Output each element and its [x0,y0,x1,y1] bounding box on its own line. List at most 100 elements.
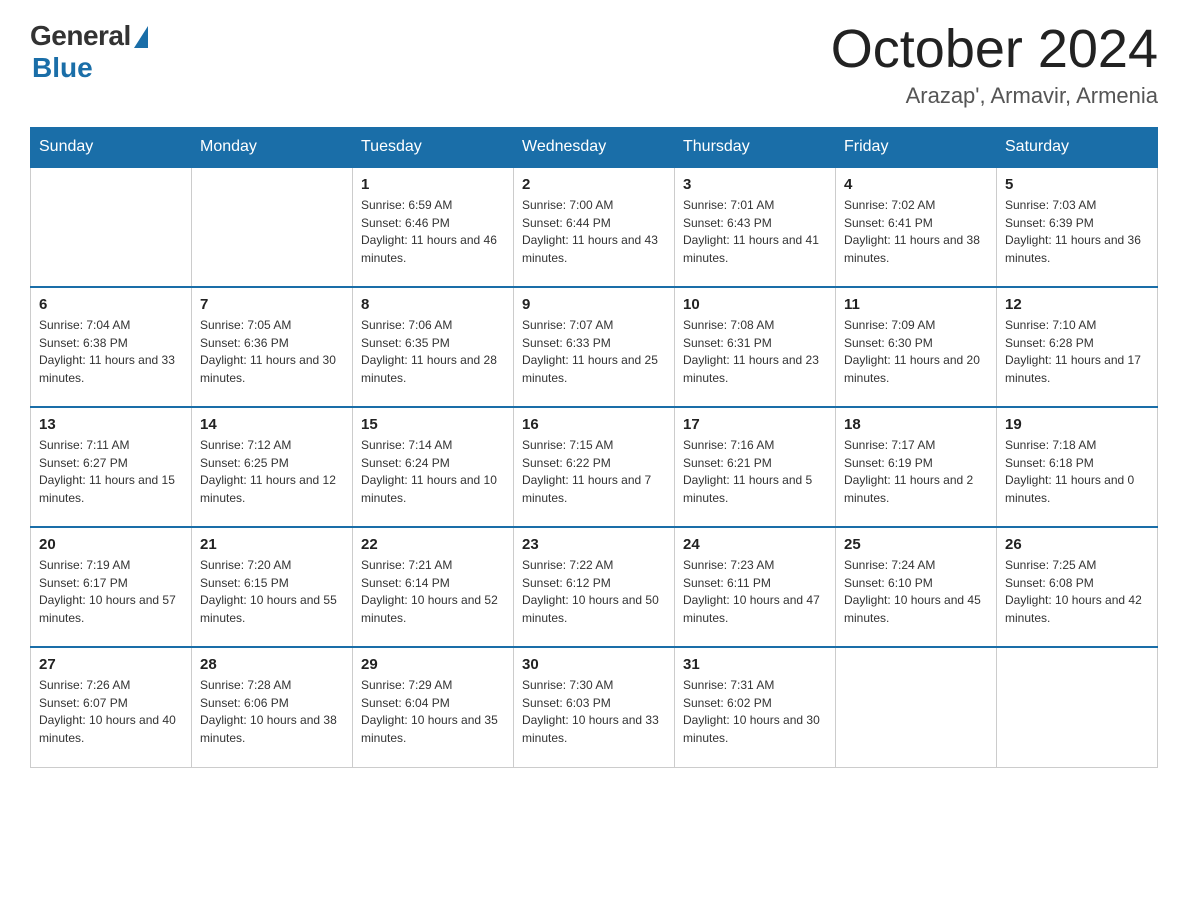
day-number: 26 [1005,536,1149,553]
day-info: Sunrise: 7:25 AMSunset: 6:08 PMDaylight:… [1005,557,1149,627]
calendar-week-row: 6Sunrise: 7:04 AMSunset: 6:38 PMDaylight… [31,287,1158,407]
day-number: 18 [844,416,988,433]
calendar-header-row: SundayMondayTuesdayWednesdayThursdayFrid… [31,128,1158,168]
day-number: 19 [1005,416,1149,433]
title-section: October 2024 Arazap', Armavir, Armenia [831,20,1158,109]
day-info: Sunrise: 7:31 AMSunset: 6:02 PMDaylight:… [683,677,827,747]
day-number: 20 [39,536,183,553]
calendar-week-row: 20 Sunrise: 7:19 AMSunset: 6:17 PMDayligh… [31,527,1158,647]
logo-blue-text: Blue [32,52,93,84]
calendar-week-row: 27Sunrise: 7:26 AMSunset: 6:07 PMDayligh… [31,647,1158,767]
location-title: Arazap', Armavir, Armenia [831,83,1158,109]
day-info: Sunrise: 7:22 AMSunset: 6:12 PMDaylight:… [522,557,666,627]
day-of-week-header: Wednesday [514,128,675,168]
day-info: Sunrise: 7:07 AMSunset: 6:33 PMDaylight:… [522,317,666,387]
day-number: 14 [200,416,344,433]
day-number: 1 [361,176,505,193]
day-number: 23 [522,536,666,553]
calendar-day-cell: 6Sunrise: 7:04 AMSunset: 6:38 PMDaylight… [31,287,192,407]
day-info: Sunrise: 7:29 AMSunset: 6:04 PMDaylight:… [361,677,505,747]
calendar-day-cell: 1Sunrise: 6:59 AMSunset: 6:46 PMDaylight… [353,167,514,287]
day-info: Sunrise: 7:06 AMSunset: 6:35 PMDaylight:… [361,317,505,387]
calendar-day-cell: 3 Sunrise: 7:01 AMSunset: 6:43 PMDaylight… [675,167,836,287]
calendar-day-cell: 19 Sunrise: 7:18 AMSunset: 6:18 PMDayligh… [997,407,1158,527]
calendar-day-cell: 4 Sunrise: 7:02 AMSunset: 6:41 PMDaylight… [836,167,997,287]
calendar-day-cell: 9Sunrise: 7:07 AMSunset: 6:33 PMDaylight… [514,287,675,407]
day-of-week-header: Tuesday [353,128,514,168]
calendar-day-cell: 16 Sunrise: 7:15 AMSunset: 6:22 PMDayligh… [514,407,675,527]
calendar-week-row: 1Sunrise: 6:59 AMSunset: 6:46 PMDaylight… [31,167,1158,287]
day-number: 30 [522,656,666,673]
day-number: 12 [1005,296,1149,313]
day-number: 15 [361,416,505,433]
day-info: Sunrise: 7:21 AMSunset: 6:14 PMDaylight:… [361,557,505,627]
calendar-day-cell: 14 Sunrise: 7:12 AMSunset: 6:25 PMDayligh… [192,407,353,527]
calendar-day-cell: 25 Sunrise: 7:24 AMSunset: 6:10 PMDayligh… [836,527,997,647]
day-number: 6 [39,296,183,313]
day-of-week-header: Thursday [675,128,836,168]
day-number: 3 [683,176,827,193]
calendar-day-cell: 12Sunrise: 7:10 AMSunset: 6:28 PMDayligh… [997,287,1158,407]
day-info: Sunrise: 7:23 AMSunset: 6:11 PMDaylight:… [683,557,827,627]
day-number: 22 [361,536,505,553]
calendar-day-cell: 28Sunrise: 7:28 AMSunset: 6:06 PMDayligh… [192,647,353,767]
calendar-day-cell: 2 Sunrise: 7:00 AMSunset: 6:44 PMDaylight… [514,167,675,287]
calendar-day-cell: 15 Sunrise: 7:14 AMSunset: 6:24 PMDayligh… [353,407,514,527]
calendar-day-cell: 27Sunrise: 7:26 AMSunset: 6:07 PMDayligh… [31,647,192,767]
calendar-day-cell: 17Sunrise: 7:16 AMSunset: 6:21 PMDayligh… [675,407,836,527]
day-number: 25 [844,536,988,553]
day-of-week-header: Sunday [31,128,192,168]
calendar-day-cell: 21 Sunrise: 7:20 AMSunset: 6:15 PMDayligh… [192,527,353,647]
day-info: Sunrise: 7:02 AMSunset: 6:41 PMDaylight:… [844,197,988,267]
day-number: 11 [844,296,988,313]
day-info: Sunrise: 7:03 AMSunset: 6:39 PMDaylight:… [1005,197,1149,267]
day-number: 5 [1005,176,1149,193]
calendar-day-cell [997,647,1158,767]
day-info: Sunrise: 7:14 AMSunset: 6:24 PMDaylight:… [361,437,505,507]
calendar-day-cell: 13Sunrise: 7:11 AMSunset: 6:27 PMDayligh… [31,407,192,527]
calendar-day-cell: 18Sunrise: 7:17 AMSunset: 6:19 PMDayligh… [836,407,997,527]
day-info: Sunrise: 7:30 AMSunset: 6:03 PMDaylight:… [522,677,666,747]
calendar-day-cell: 31 Sunrise: 7:31 AMSunset: 6:02 PMDayligh… [675,647,836,767]
calendar-day-cell: 26 Sunrise: 7:25 AMSunset: 6:08 PMDayligh… [997,527,1158,647]
day-of-week-header: Monday [192,128,353,168]
calendar-day-cell: 11Sunrise: 7:09 AMSunset: 6:30 PMDayligh… [836,287,997,407]
day-info: Sunrise: 7:01 AMSunset: 6:43 PMDaylight:… [683,197,827,267]
day-info: Sunrise: 7:28 AMSunset: 6:06 PMDaylight:… [200,677,344,747]
day-info: Sunrise: 7:15 AMSunset: 6:22 PMDaylight:… [522,437,666,507]
day-number: 7 [200,296,344,313]
calendar-day-cell [31,167,192,287]
day-info: Sunrise: 7:20 AMSunset: 6:15 PMDaylight:… [200,557,344,627]
day-info: Sunrise: 7:26 AMSunset: 6:07 PMDaylight:… [39,677,183,747]
day-number: 29 [361,656,505,673]
day-info: Sunrise: 7:00 AMSunset: 6:44 PMDaylight:… [522,197,666,267]
day-number: 2 [522,176,666,193]
day-info: Sunrise: 7:24 AMSunset: 6:10 PMDaylight:… [844,557,988,627]
day-number: 16 [522,416,666,433]
day-of-week-header: Friday [836,128,997,168]
calendar-day-cell: 7Sunrise: 7:05 AMSunset: 6:36 PMDaylight… [192,287,353,407]
page-header: General Blue October 2024 Arazap', Armav… [30,20,1158,109]
day-info: Sunrise: 7:18 AMSunset: 6:18 PMDaylight:… [1005,437,1149,507]
day-number: 10 [683,296,827,313]
month-title: October 2024 [831,20,1158,79]
calendar-day-cell: 23 Sunrise: 7:22 AMSunset: 6:12 PMDayligh… [514,527,675,647]
calendar-week-row: 13Sunrise: 7:11 AMSunset: 6:27 PMDayligh… [31,407,1158,527]
day-number: 24 [683,536,827,553]
day-info: Sunrise: 7:11 AMSunset: 6:27 PMDaylight:… [39,437,183,507]
day-info: Sunrise: 7:12 AMSunset: 6:25 PMDaylight:… [200,437,344,507]
calendar-day-cell [192,167,353,287]
day-number: 4 [844,176,988,193]
calendar-table: SundayMondayTuesdayWednesdayThursdayFrid… [30,127,1158,768]
day-number: 21 [200,536,344,553]
calendar-day-cell [836,647,997,767]
calendar-day-cell: 24 Sunrise: 7:23 AMSunset: 6:11 PMDayligh… [675,527,836,647]
calendar-day-cell: 8Sunrise: 7:06 AMSunset: 6:35 PMDaylight… [353,287,514,407]
day-info: Sunrise: 7:19 AMSunset: 6:17 PMDaylight:… [39,557,183,627]
calendar-day-cell: 20 Sunrise: 7:19 AMSunset: 6:17 PMDayligh… [31,527,192,647]
calendar-day-cell: 10Sunrise: 7:08 AMSunset: 6:31 PMDayligh… [675,287,836,407]
day-number: 31 [683,656,827,673]
logo: General Blue [30,20,148,84]
day-number: 17 [683,416,827,433]
calendar-day-cell: 22 Sunrise: 7:21 AMSunset: 6:14 PMDayligh… [353,527,514,647]
